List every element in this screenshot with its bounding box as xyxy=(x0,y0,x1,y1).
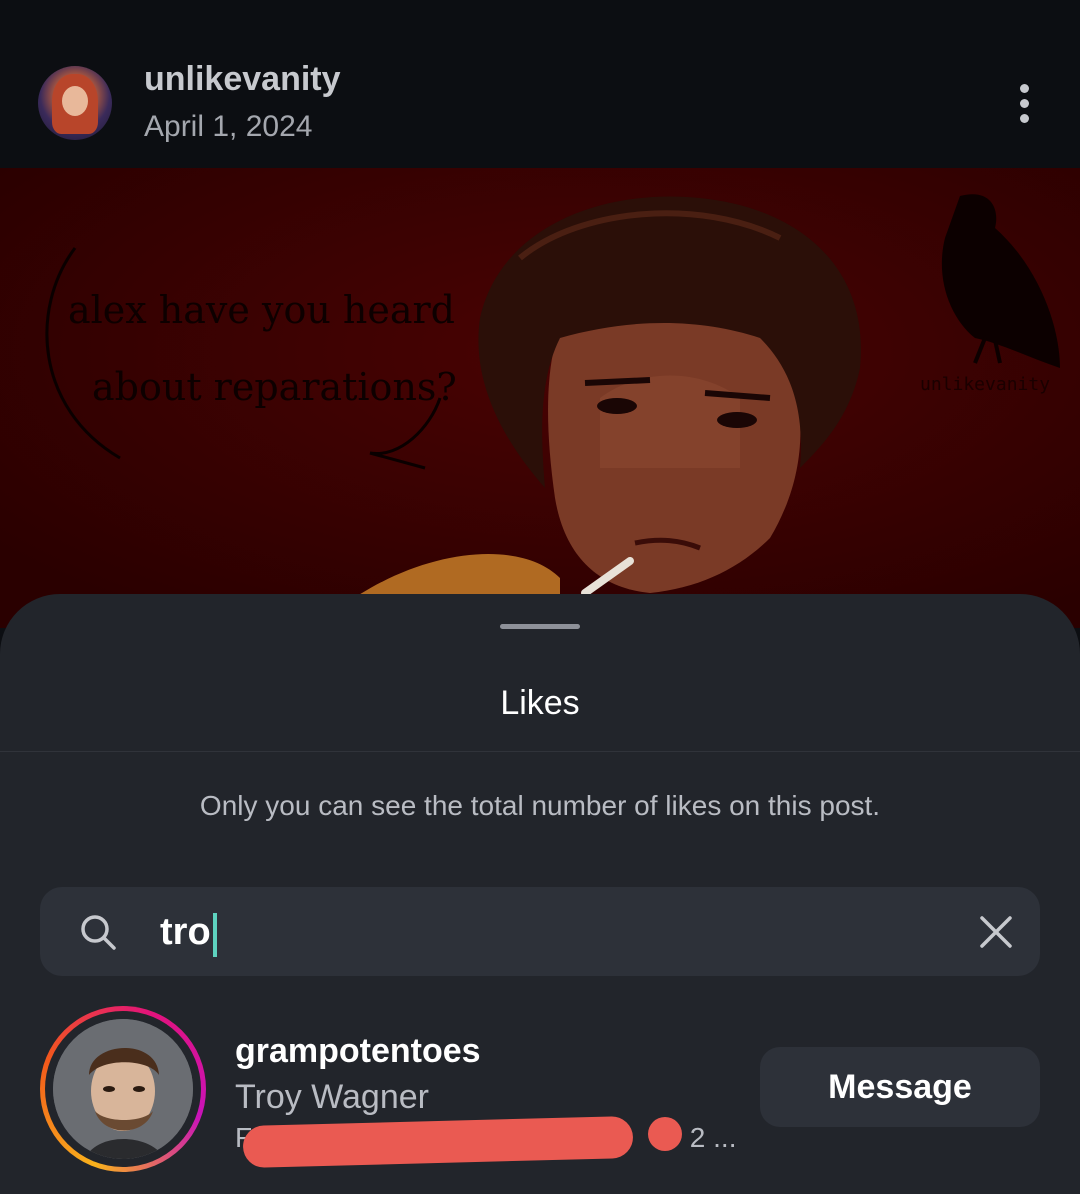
search-icon xyxy=(81,915,116,950)
more-options-icon[interactable] xyxy=(1004,80,1044,128)
message-button[interactable]: Message xyxy=(760,1047,1040,1127)
story-ring[interactable] xyxy=(40,1006,206,1172)
close-icon[interactable] xyxy=(978,914,1014,950)
drag-handle[interactable] xyxy=(500,624,580,629)
liker-username[interactable]: grampotentoes xyxy=(235,1032,481,1071)
post-date: April 1, 2024 xyxy=(144,110,313,143)
text-cursor xyxy=(213,913,217,957)
post-image[interactable]: alex have you heard about reparations? u… xyxy=(0,168,1080,628)
list-item[interactable]: grampotentoes Troy Wagner F + 2 ... Mess… xyxy=(0,1002,1080,1172)
speech-line-2: about reparations? xyxy=(92,365,457,409)
author-avatar[interactable] xyxy=(38,66,112,140)
likes-sheet: Likes Only you can see the total number … xyxy=(0,594,1080,1194)
divider xyxy=(0,751,1080,752)
speech-line-1: alex have you heard xyxy=(68,288,455,332)
search-field[interactable]: tro xyxy=(40,887,1040,976)
liker-full-name: Troy Wagner xyxy=(235,1078,429,1116)
redaction-dot xyxy=(648,1117,682,1151)
artist-signature: unlikevanity xyxy=(920,374,1050,395)
sheet-title: Likes xyxy=(500,684,580,722)
post-header: unlikevanity April 1, 2024 xyxy=(0,0,1080,168)
artwork-drawing: alex have you heard about reparations? u… xyxy=(0,168,1080,628)
avatar xyxy=(53,1019,193,1159)
author-username[interactable]: unlikevanity xyxy=(144,60,341,99)
redaction-mark xyxy=(242,1115,634,1169)
likes-privacy-note: Only you can see the total number of lik… xyxy=(199,790,881,821)
search-input[interactable]: tro xyxy=(160,909,211,955)
